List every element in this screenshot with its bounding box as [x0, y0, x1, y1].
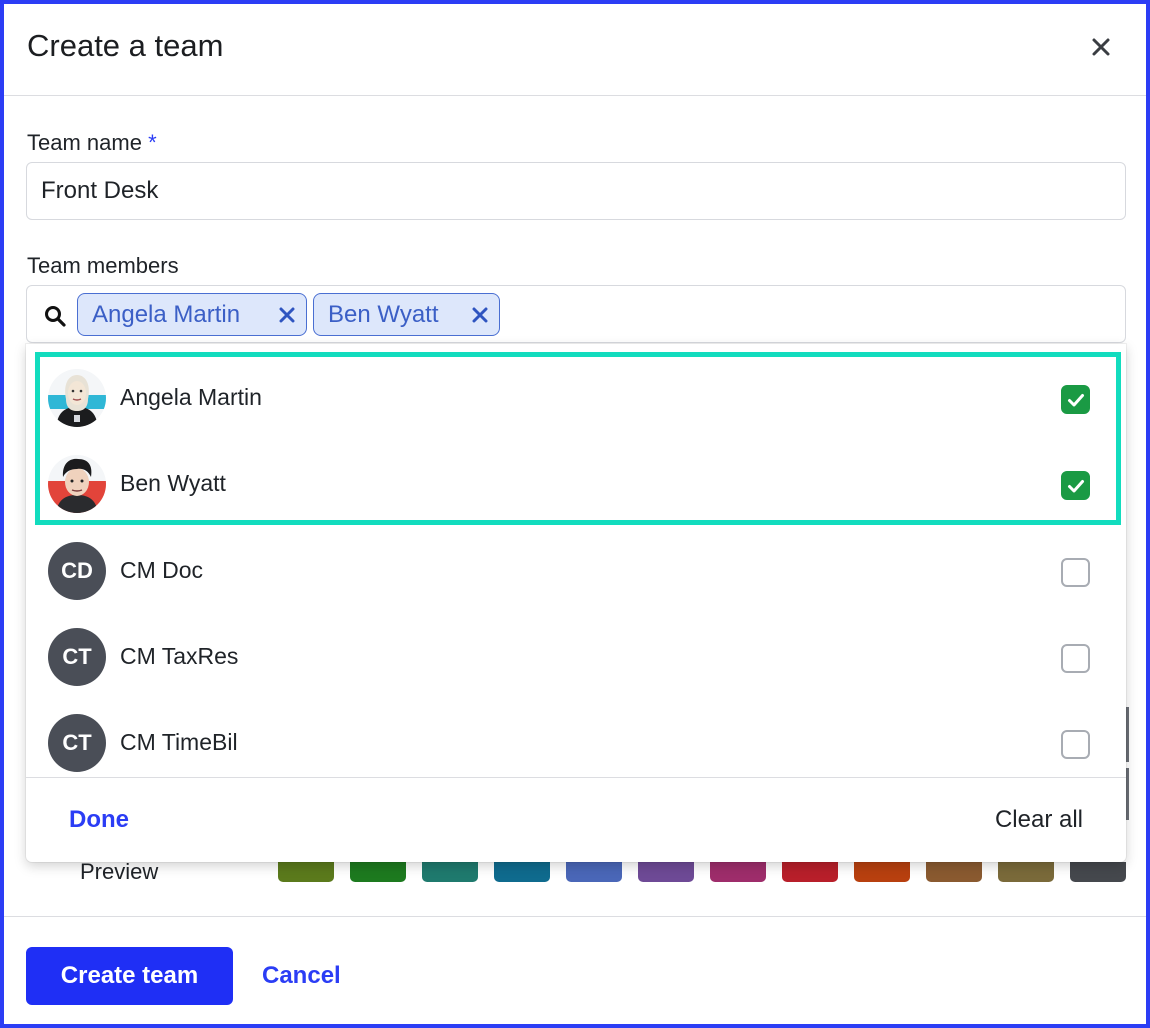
member-chip-label: Angela Martin	[92, 300, 241, 328]
close-icon	[1092, 38, 1110, 56]
avatar	[48, 455, 106, 513]
dialog-title: Create a team	[27, 28, 224, 63]
color-swatch[interactable]	[926, 862, 982, 882]
done-button[interactable]: Done	[69, 806, 129, 834]
preview-label: Preview	[80, 859, 159, 884]
list-item[interactable]: Angela Martin	[26, 355, 1126, 441]
avatar: CT	[48, 628, 106, 686]
team-name-label: Team name *	[27, 130, 157, 156]
list-item[interactable]: CT CM TaxRes	[26, 614, 1126, 700]
remove-chip-button[interactable]	[469, 304, 491, 326]
avatar: CT	[48, 714, 106, 772]
list-item[interactable]: CD CM Doc	[26, 528, 1126, 614]
create-team-button[interactable]: Create team	[26, 947, 233, 1005]
members-dropdown: Angela Martin Ben Wyatt CD CM Doc CT CM …	[26, 344, 1126, 862]
dropdown-footer: Done Clear all	[26, 777, 1126, 862]
list-item[interactable]: Ben Wyatt	[26, 441, 1126, 527]
checkmark-icon	[1068, 480, 1084, 493]
color-swatch[interactable]	[638, 862, 694, 882]
color-swatch[interactable]	[422, 862, 478, 882]
close-button[interactable]	[1086, 32, 1116, 62]
color-swatch[interactable]	[278, 862, 334, 882]
avatar: CD	[48, 542, 106, 600]
required-marker: *	[148, 130, 157, 155]
color-swatch[interactable]	[350, 862, 406, 882]
close-icon	[472, 307, 488, 322]
color-swatch[interactable]	[566, 862, 622, 882]
option-name: Ben Wyatt	[120, 470, 226, 496]
dialog-header: Create a team	[4, 4, 1146, 96]
person-avatar-icon	[48, 369, 106, 427]
remove-chip-button[interactable]	[276, 304, 298, 326]
option-checkbox[interactable]	[1061, 558, 1090, 587]
team-name-label-text: Team name	[27, 130, 142, 155]
list-item[interactable]: CT CM TimeBil	[26, 700, 1126, 786]
create-team-dialog: Create a team Team name * Team members A…	[0, 0, 1150, 1028]
team-name-input[interactable]	[26, 162, 1126, 220]
option-checkbox[interactable]	[1061, 471, 1090, 500]
option-checkbox[interactable]	[1061, 730, 1090, 759]
checkmark-icon	[1068, 394, 1084, 407]
member-chip: Angela Martin	[77, 293, 307, 336]
option-checkbox[interactable]	[1061, 644, 1090, 673]
member-chip-label: Ben Wyatt	[328, 300, 439, 328]
search-icon	[45, 306, 66, 327]
option-name: CM Doc	[120, 557, 204, 583]
person-avatar-icon	[48, 455, 106, 513]
color-swatch[interactable]	[1070, 862, 1126, 882]
color-swatch[interactable]	[854, 862, 910, 882]
color-swatch[interactable]	[494, 862, 550, 882]
option-name: CM TaxRes	[120, 643, 239, 669]
team-members-label: Team members	[27, 253, 179, 278]
close-icon	[279, 307, 295, 322]
color-swatch[interactable]	[710, 862, 766, 882]
team-members-input[interactable]: Angela Martin Ben Wyatt	[26, 285, 1126, 343]
color-swatch[interactable]	[998, 862, 1054, 882]
option-checkbox[interactable]	[1061, 385, 1090, 414]
option-name: Angela Martin	[120, 384, 262, 410]
background-field-edge	[1126, 768, 1129, 820]
member-chip: Ben Wyatt	[313, 293, 500, 336]
color-swatch[interactable]	[782, 862, 838, 882]
background-field-edge	[1126, 707, 1129, 762]
dialog-footer: Create team Cancel	[4, 916, 1146, 1024]
cancel-button[interactable]: Cancel	[262, 962, 341, 990]
avatar	[48, 369, 106, 427]
option-name: CM TimeBil	[120, 729, 238, 755]
clear-all-button[interactable]: Clear all	[995, 806, 1083, 834]
